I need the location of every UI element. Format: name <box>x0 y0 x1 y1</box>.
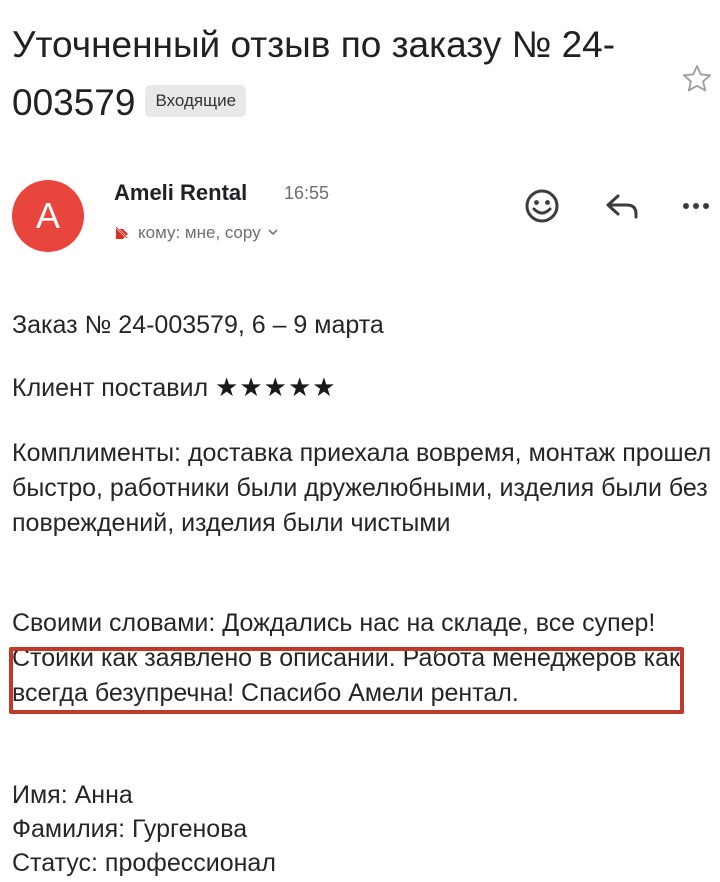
order-line: Заказ № 24-003579, 6 – 9 марта <box>12 311 384 339</box>
sent-time: 16:55 <box>284 183 330 203</box>
own-words-text: Своими словами: Дождались нас на складе,… <box>12 609 680 707</box>
sender-name[interactable]: Ameli Rental <box>114 180 247 206</box>
compliments-text: Комплименты: доставка приехала вовремя, … <box>12 439 712 537</box>
email-view: Уточненный отзыв по заказу № 24-003579 Вх… <box>0 0 720 882</box>
client-info: Имя: Анна Фамилия: Гургенова Статус: про… <box>12 778 712 880</box>
recipients-text: кому: мне, copy <box>138 223 261 242</box>
rating-prefix: Клиент поставил <box>12 374 209 402</box>
rating-stars: ★★★★★ <box>215 372 337 402</box>
smiley-icon[interactable] <box>522 186 562 226</box>
rating-line: Клиент поставил ★★★★★ <box>12 370 712 406</box>
email-subject: Уточненный отзыв по заказу № 24-003579 Вх… <box>12 16 642 132</box>
label-tag-icon <box>115 226 128 239</box>
star-icon[interactable] <box>680 62 714 96</box>
first-name: Имя: Анна <box>12 781 133 809</box>
more-dots-icon[interactable] <box>676 186 716 226</box>
sender-avatar[interactable]: A <box>12 180 84 252</box>
inbox-label-chip[interactable]: Входящие <box>145 85 247 118</box>
chevron-down-icon[interactable] <box>267 226 279 241</box>
subject-text: Уточненный отзыв по заказу № 24-003579 <box>12 24 616 123</box>
last-name: Фамилия: Гургенова <box>12 815 248 843</box>
client-status: Статус: профессионал <box>12 849 276 877</box>
reply-icon[interactable] <box>602 186 642 226</box>
recipients-toggle[interactable]: кому: мне, copy <box>114 223 279 243</box>
